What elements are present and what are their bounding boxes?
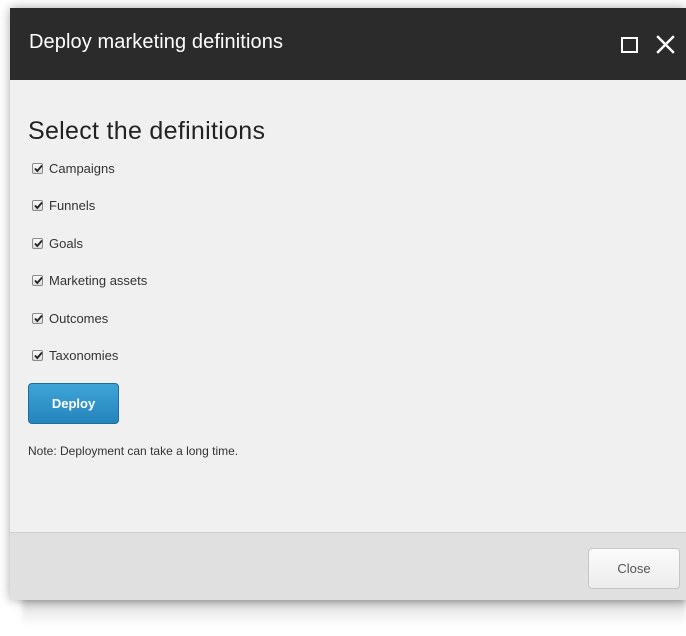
option-label: Marketing assets [49,273,148,289]
close-icon [656,35,675,54]
marketing-assets-checkbox[interactable] [32,275,43,287]
option-label: Goals [49,235,83,251]
option-label: Taxonomies [49,348,119,364]
outcomes-checkbox[interactable] [32,312,43,324]
campaigns-checkbox[interactable] [32,162,43,174]
dialog-titlebar: Deploy marketing definitions [10,8,686,80]
checkmark-icon [34,164,43,172]
dialog-title: Deploy marketing definitions [29,31,284,53]
option-taxonomies[interactable]: Taxonomies [32,347,147,365]
close-button[interactable]: Close [588,548,680,589]
checkmark-icon [34,277,43,285]
option-marketing-assets[interactable]: Marketing assets [32,272,147,290]
funnels-checkbox[interactable] [32,200,43,212]
dialog-footer: Close [10,532,686,600]
option-label: Outcomes [49,310,109,326]
checkmark-icon [34,239,43,248]
section-heading: Select the definitions [28,117,266,145]
option-funnels[interactable]: Funnels [32,197,147,215]
deploy-dialog: Deploy marketing definitions Select the … [10,8,686,600]
deployment-note: Note: Deployment can take a long time. [28,444,239,458]
close-x-button[interactable] [652,30,680,58]
taxonomies-checkbox[interactable] [32,350,43,362]
maximize-icon [621,37,638,53]
option-label: Funnels [49,198,96,214]
maximize-button[interactable] [616,30,644,58]
goals-checkbox[interactable] [32,237,43,249]
option-goals[interactable]: Goals [32,234,147,252]
option-campaigns[interactable]: Campaigns [32,159,147,177]
option-label: Campaigns [49,160,115,176]
checkmark-icon [34,352,43,360]
definitions-checklist: Campaigns Funnels Goals Marketing assets… [32,159,147,385]
deploy-button[interactable]: Deploy [28,383,119,424]
option-outcomes[interactable]: Outcomes [32,309,147,327]
checkmark-icon [34,202,43,210]
checkmark-icon [34,314,43,323]
